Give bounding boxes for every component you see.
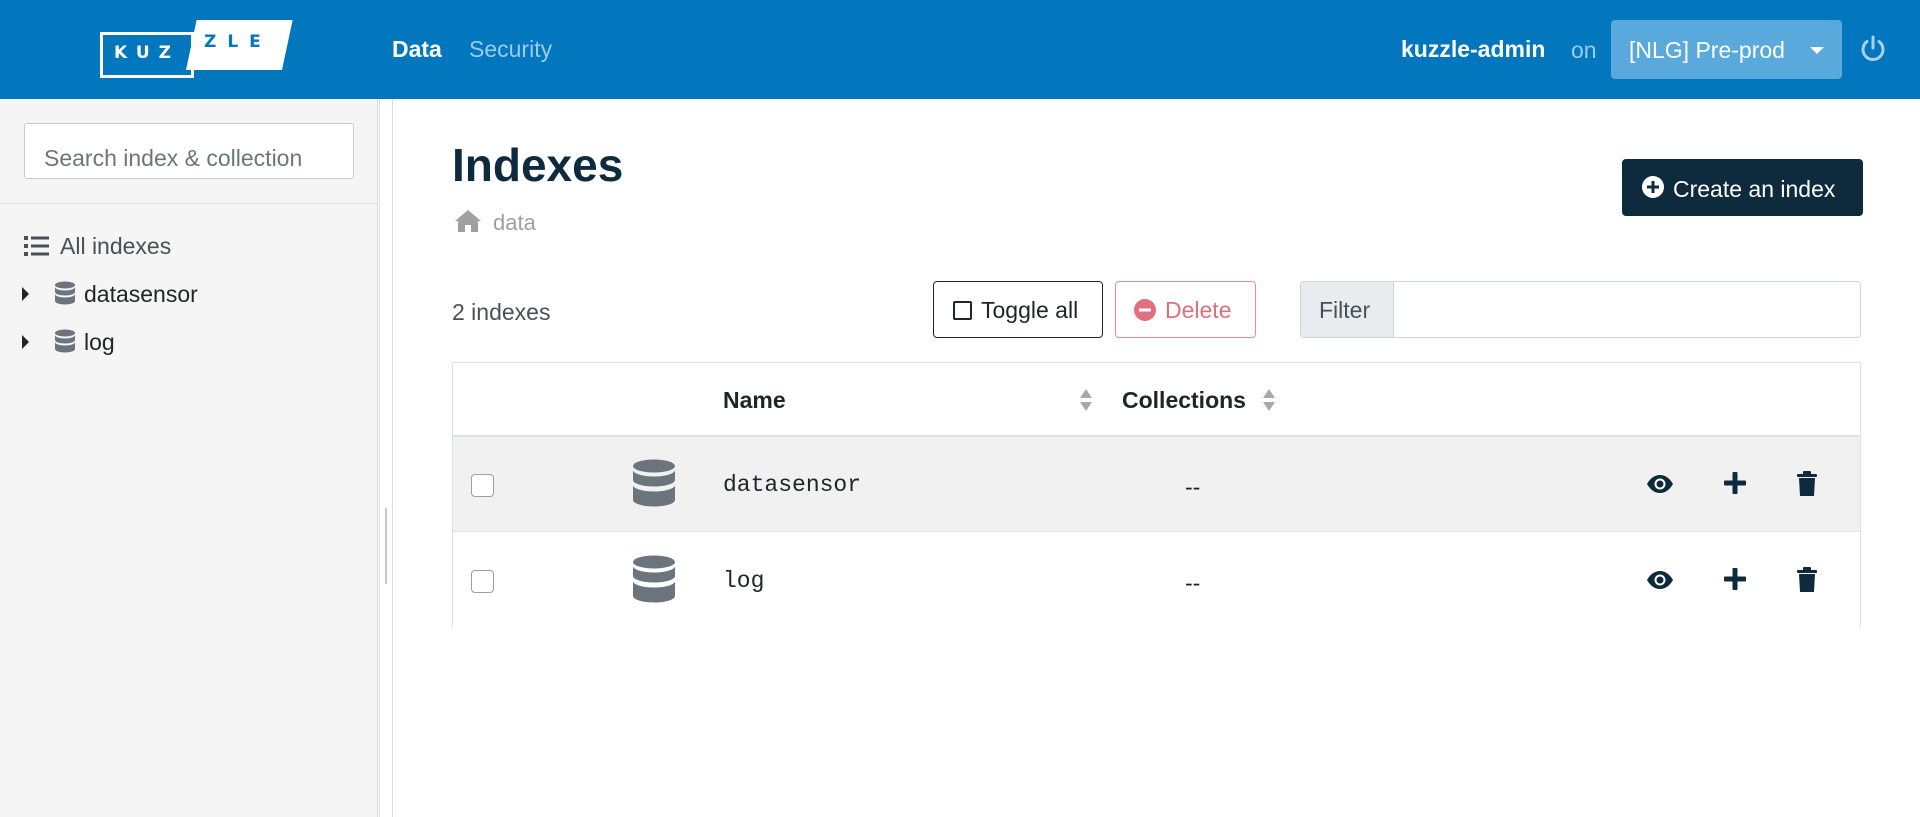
table-row[interactable]: datasensor -- (453, 437, 1860, 532)
toggle-all-label: Toggle all (981, 297, 1079, 323)
eye-icon[interactable] (1646, 570, 1674, 590)
table-row[interactable]: log -- (453, 533, 1860, 628)
power-icon[interactable] (1860, 35, 1886, 63)
search-input[interactable] (24, 123, 354, 179)
index-name[interactable]: datasensor (723, 472, 861, 498)
tree-item-label: datasensor (84, 281, 198, 307)
plus-circle-icon (1642, 176, 1664, 198)
toggle-all-button[interactable]: Toggle all (933, 281, 1103, 338)
table-header: Name Collections (453, 363, 1860, 437)
resize-handle[interactable] (385, 508, 387, 584)
database-icon (633, 459, 675, 507)
database-icon (633, 555, 675, 603)
row-checkbox[interactable] (471, 474, 494, 497)
top-navbar: KUZ ZLE Data Security kuzzle-admin on [N… (0, 0, 1920, 99)
kuzzle-logo[interactable]: KUZ ZLE (100, 20, 293, 80)
create-index-button[interactable]: Create an index (1622, 159, 1863, 216)
delete-button[interactable]: Delete (1115, 281, 1256, 338)
all-indexes-label: All indexes (60, 233, 172, 259)
sidebar-item-datasensor[interactable]: datasensor (22, 279, 352, 309)
environment-dropdown[interactable]: [NLG] Pre-prod (1611, 20, 1842, 79)
page-title: Indexes (452, 139, 624, 191)
sidebar-item-log[interactable]: log (22, 327, 352, 357)
plus-icon[interactable] (1724, 472, 1746, 494)
indexes-table: Name Collections datasensor -- log -- (452, 362, 1861, 628)
sort-icon[interactable] (1079, 388, 1093, 412)
row-checkbox[interactable] (471, 570, 494, 593)
tree-item-label: log (84, 329, 115, 355)
logo-text-left: KUZ (114, 43, 181, 63)
index-collections: -- (1185, 570, 1201, 596)
sidebar-resizer[interactable] (379, 99, 393, 817)
sidebar-divider (0, 203, 378, 204)
minus-circle-icon (1134, 299, 1156, 321)
home-icon[interactable] (453, 208, 483, 234)
trash-icon[interactable] (1797, 567, 1817, 593)
username: kuzzle-admin (1401, 36, 1546, 62)
trash-icon[interactable] (1797, 471, 1817, 497)
column-header-name[interactable]: Name (723, 387, 786, 414)
on-label: on (1571, 37, 1597, 63)
delete-label: Delete (1165, 297, 1232, 323)
caret-right-icon[interactable] (22, 335, 29, 349)
nav-tab-data[interactable]: Data (392, 36, 442, 63)
index-name[interactable]: log (723, 568, 764, 594)
breadcrumb-item-data[interactable]: data (493, 210, 536, 236)
checkbox-icon (953, 301, 972, 320)
caret-down-icon (1810, 47, 1824, 54)
create-index-label: Create an index (1673, 176, 1836, 202)
filter-input[interactable] (1393, 281, 1861, 338)
database-icon (55, 329, 75, 353)
index-collections: -- (1185, 474, 1201, 500)
sort-icon[interactable] (1262, 388, 1276, 412)
column-header-collections[interactable]: Collections (1122, 387, 1246, 414)
sidebar: All indexes datasensor log (0, 99, 378, 817)
list-icon (24, 236, 49, 256)
environment-label: [NLG] Pre-prod (1629, 37, 1785, 63)
filter-label: Filter (1300, 281, 1393, 338)
index-count: 2 indexes (452, 299, 551, 325)
nav-tab-security[interactable]: Security (469, 36, 552, 63)
eye-icon[interactable] (1646, 474, 1674, 494)
database-icon (55, 281, 75, 305)
plus-icon[interactable] (1724, 568, 1746, 590)
logo-text-right: ZLE (204, 32, 272, 52)
caret-right-icon[interactable] (22, 287, 29, 301)
